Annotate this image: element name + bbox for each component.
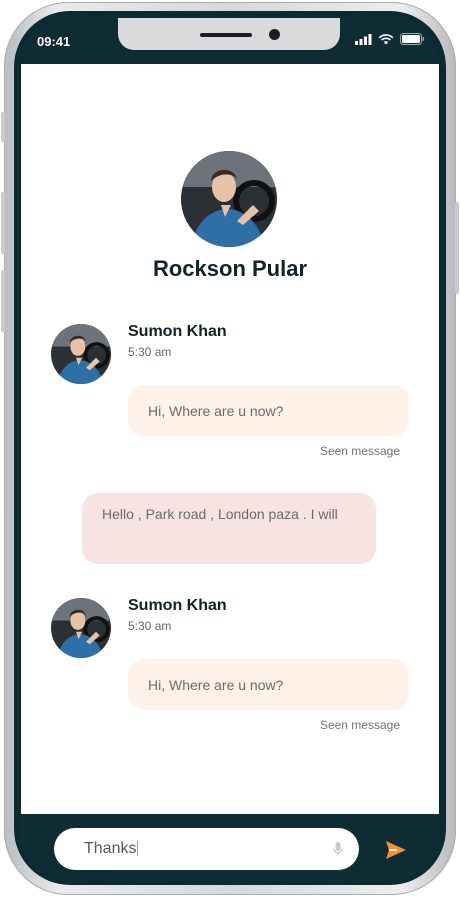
status-time: 09:41: [37, 34, 71, 49]
sender-name: Sumon Khan: [128, 323, 227, 340]
sender-avatar[interactable]: [51, 598, 111, 658]
speaker: [200, 33, 252, 37]
signal-icon: [355, 33, 372, 45]
incoming-message-bubble[interactable]: Hi, Where are u now?: [128, 385, 409, 436]
profile-name: Rockson Pular: [152, 256, 308, 281]
message-input-text: Thanks: [84, 840, 139, 857]
volume-up-button: [1, 192, 5, 254]
front-camera: [269, 29, 280, 40]
message-text: Hi, Where are u now?: [148, 676, 284, 693]
message-input[interactable]: Thanks: [54, 828, 359, 870]
status-icons: [355, 33, 425, 45]
outgoing-message-bubble[interactable]: Hello , Park road , London paza . I will: [82, 493, 376, 564]
sender-avatar[interactable]: [51, 324, 111, 384]
microphone-icon[interactable]: [333, 841, 343, 857]
mute-switch: [1, 112, 5, 142]
power-button: [455, 202, 459, 294]
incoming-message-bubble[interactable]: Hi, Where are u now?: [128, 659, 409, 710]
notch: [118, 18, 340, 50]
send-icon[interactable]: [385, 840, 407, 860]
seen-status: Seen message: [319, 444, 400, 458]
profile-avatar[interactable]: [181, 151, 277, 247]
wifi-icon: [378, 33, 394, 44]
seen-status: Seen message: [319, 718, 400, 732]
message-text: Hello , Park road , London paza . I will: [102, 506, 338, 522]
message-time: 5:30 am: [128, 345, 172, 359]
message-text: Hi, Where are u now?: [148, 402, 284, 419]
screen: 09:41 Rockson Pular Sumon Khan 5:30 am H…: [21, 18, 439, 882]
sender-name: Sumon Khan: [128, 597, 227, 614]
message-time: 5:30 am: [128, 619, 172, 633]
battery-icon: [400, 33, 425, 45]
volume-down-button: [1, 270, 5, 332]
